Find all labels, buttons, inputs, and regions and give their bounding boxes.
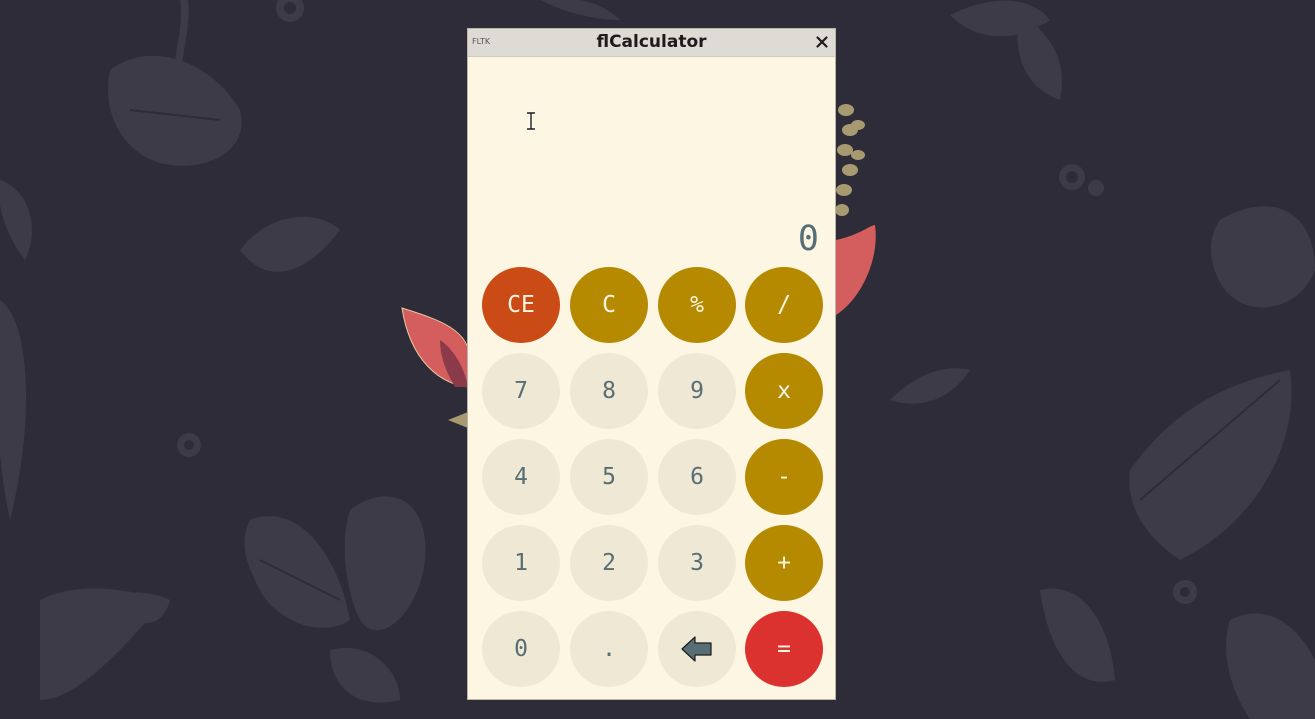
decimal-point-button[interactable]: . [570,611,648,687]
digit-6-button[interactable]: 6 [658,439,736,515]
calculator-window: FLTK flCalculator 0 CE C % / 7 8 9 x 4 5… [467,28,836,700]
digit-8-button[interactable]: 8 [570,353,648,429]
backspace-button[interactable] [658,611,736,687]
display-value: 0 [797,219,819,259]
minus-button[interactable]: - [745,439,823,515]
digit-3-button[interactable]: 3 [658,525,736,601]
digit-0-button[interactable]: 0 [482,611,560,687]
digit-1-button[interactable]: 1 [482,525,560,601]
title-bar[interactable]: FLTK flCalculator [468,29,835,57]
digit-5-button[interactable]: 5 [570,439,648,515]
window-title: flCalculator [596,32,707,52]
digit-7-button[interactable]: 7 [482,353,560,429]
clear-entry-button[interactable]: CE [482,267,560,343]
clear-button[interactable]: C [570,267,648,343]
percent-button[interactable]: % [658,267,736,343]
left-arrow-icon [681,636,712,662]
multiply-button[interactable]: x [745,353,823,429]
digit-9-button[interactable]: 9 [658,353,736,429]
digit-4-button[interactable]: 4 [482,439,560,515]
equals-button[interactable]: = [745,611,823,687]
display-area[interactable] [468,57,835,267]
digit-2-button[interactable]: 2 [570,525,648,601]
text-cursor-icon [527,111,535,131]
divide-button[interactable]: / [745,267,823,343]
plus-button[interactable]: + [745,525,823,601]
close-icon[interactable] [814,34,830,50]
